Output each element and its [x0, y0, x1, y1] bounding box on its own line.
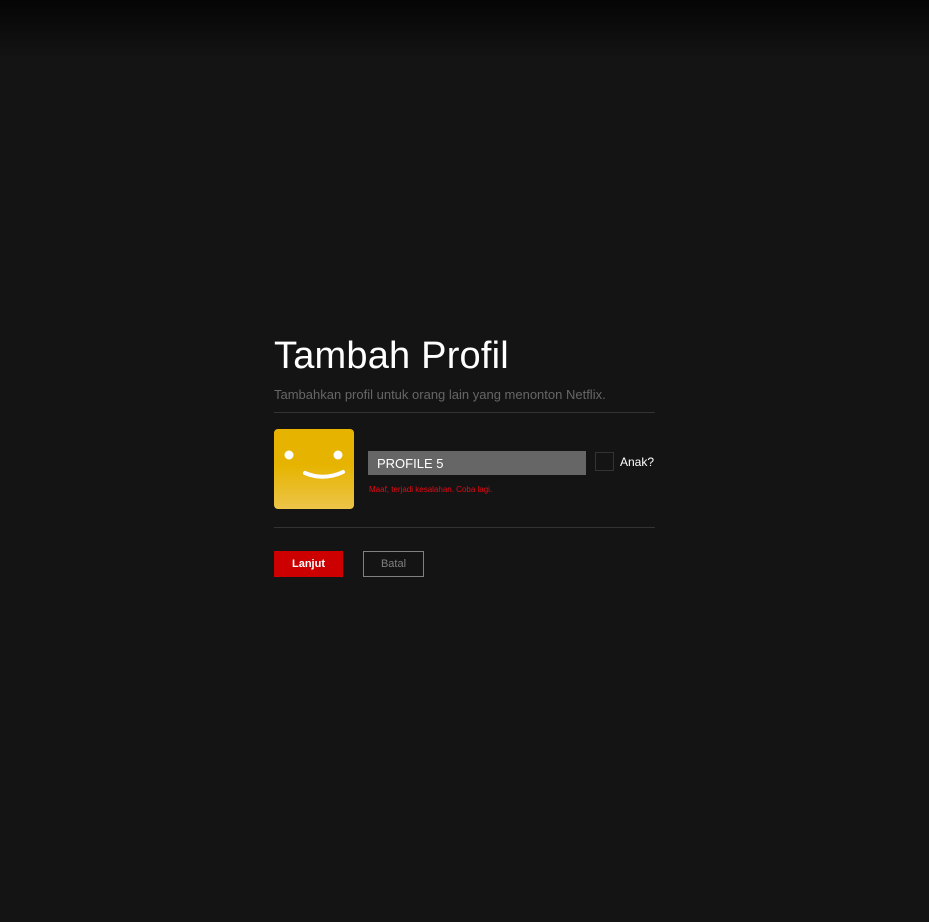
smiley-face-icon	[284, 450, 345, 479]
page-subtitle: Tambahkan profil untuk orang lain yang m…	[274, 387, 606, 402]
kids-checkbox[interactable]	[595, 452, 614, 471]
divider-top	[274, 412, 655, 413]
top-gradient	[0, 0, 929, 60]
cancel-button[interactable]: Batal	[363, 551, 424, 577]
profile-avatar	[274, 429, 354, 509]
page-title: Tambah Profil	[274, 335, 509, 377]
divider-bottom	[274, 527, 655, 528]
add-profile-panel: Tambah Profil Tambahkan profil untuk ora…	[274, 334, 655, 577]
error-message: Maaf, terjadi kesalahan. Coba lagi.	[369, 485, 493, 494]
profile-name-input[interactable]	[368, 451, 586, 475]
kids-checkbox-label[interactable]: Anak?	[620, 455, 654, 469]
continue-button[interactable]: Lanjut	[274, 551, 343, 577]
